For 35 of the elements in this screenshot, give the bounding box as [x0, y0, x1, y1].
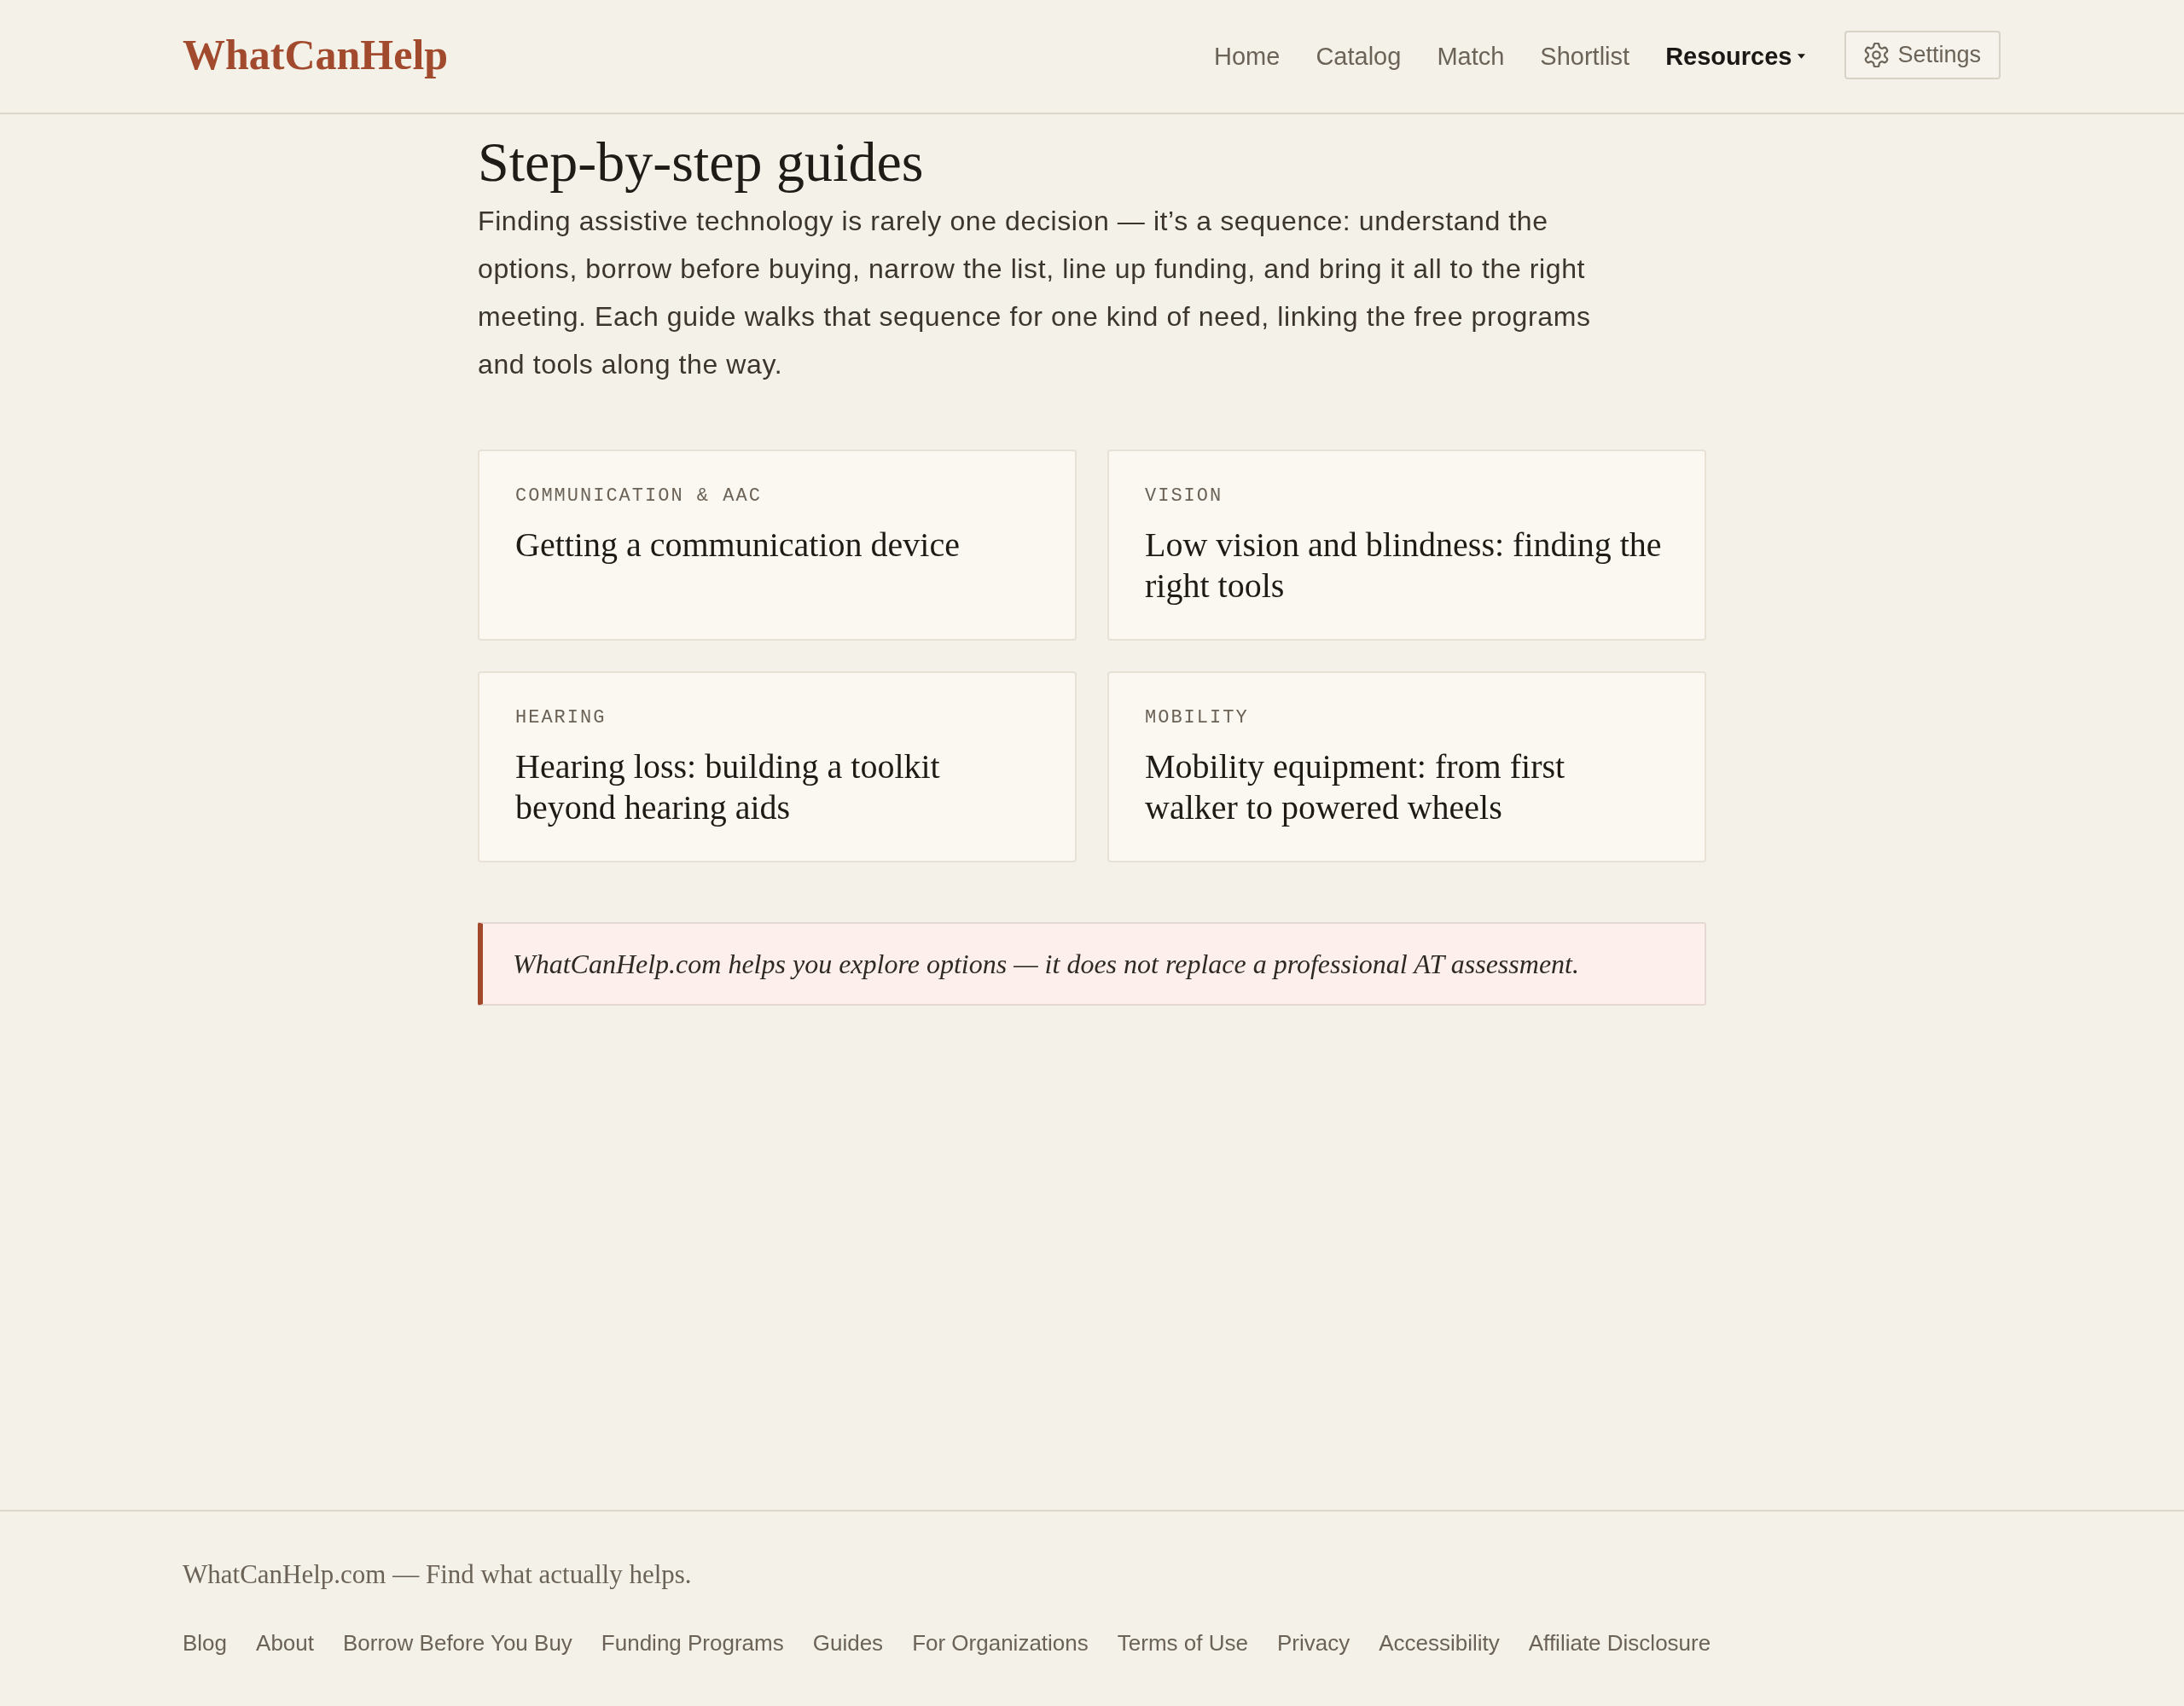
guide-card[interactable]: VISION Low vision and blindness: finding the right tools: [1107, 450, 1706, 641]
nav-link[interactable]: Shortlist: [1540, 42, 1630, 71]
nav-link[interactable]: Catalog: [1316, 42, 1402, 71]
site-logo[interactable]: WhatCanHelp: [183, 30, 449, 79]
guide-title: Mobility equipment: from first walker to powered wheels: [1145, 746, 1566, 828]
guide-card[interactable]: HEARING Hearing loss: building a toolkit beyond hearing aids: [478, 671, 1077, 862]
guide-title: Getting a communication device: [515, 525, 961, 566]
caret-icon: [1798, 54, 1806, 59]
settings-button[interactable]: Settings: [1844, 30, 2001, 79]
footer-link[interactable]: Accessibility: [1379, 1626, 1500, 1660]
guide-title: Hearing loss: building a toolkit beyond hearing aids: [515, 746, 941, 828]
disclaimer-note: WhatCanHelp.com helps you explore options — it does not replace a professional AT assessment.: [478, 922, 1706, 1006]
footer-link[interactable]: Affiliate Disclosure: [1528, 1626, 1711, 1660]
footer-tagline: WhatCanHelp.com — Find what actually helps.: [183, 1558, 693, 1591]
category-label: COMMUNICATION & AAC: [515, 485, 763, 508]
footer-link[interactable]: Blog: [183, 1626, 228, 1660]
nav-link[interactable]: Match: [1437, 42, 1505, 71]
footer-link[interactable]: Guides: [812, 1626, 884, 1660]
guide-card[interactable]: COMMUNICATION & AAC Getting a communication device: [478, 450, 1077, 641]
category-label: MOBILITY: [1145, 706, 1250, 730]
category-label: VISION: [1145, 485, 1224, 508]
guide-title: Low vision and blindness: finding the right tools: [1145, 525, 1663, 606]
settings-icon: [1864, 42, 1890, 67]
footer-link[interactable]: Borrow Before You Buy: [343, 1626, 572, 1660]
guide-card[interactable]: MOBILITY Mobility equipment: from first walker to powered wheels: [1107, 671, 1706, 862]
footer-link[interactable]: Privacy: [1276, 1626, 1350, 1660]
footer-link[interactable]: Funding Programs: [601, 1626, 784, 1660]
footer-link[interactable]: About: [256, 1626, 314, 1660]
nav-menu-link[interactable]: Resources: [1665, 42, 1806, 71]
intro-paragraph: Finding assistive technology is rarely one decision — it’s a sequence: understand the options, borrow before buying, narrow the list, line up funding, and bring it all to the right meeting. Each guide walks that sequence for one kind of need, linking the free programs and tools along the way.: [478, 205, 1592, 381]
footer-link[interactable]: Terms of Use: [1117, 1626, 1248, 1660]
footer-link[interactable]: For Organizations: [912, 1626, 1089, 1660]
category-label: HEARING: [515, 706, 607, 730]
nav-link[interactable]: Home: [1214, 42, 1281, 71]
page-title: Step-by-step guides: [478, 130, 925, 194]
